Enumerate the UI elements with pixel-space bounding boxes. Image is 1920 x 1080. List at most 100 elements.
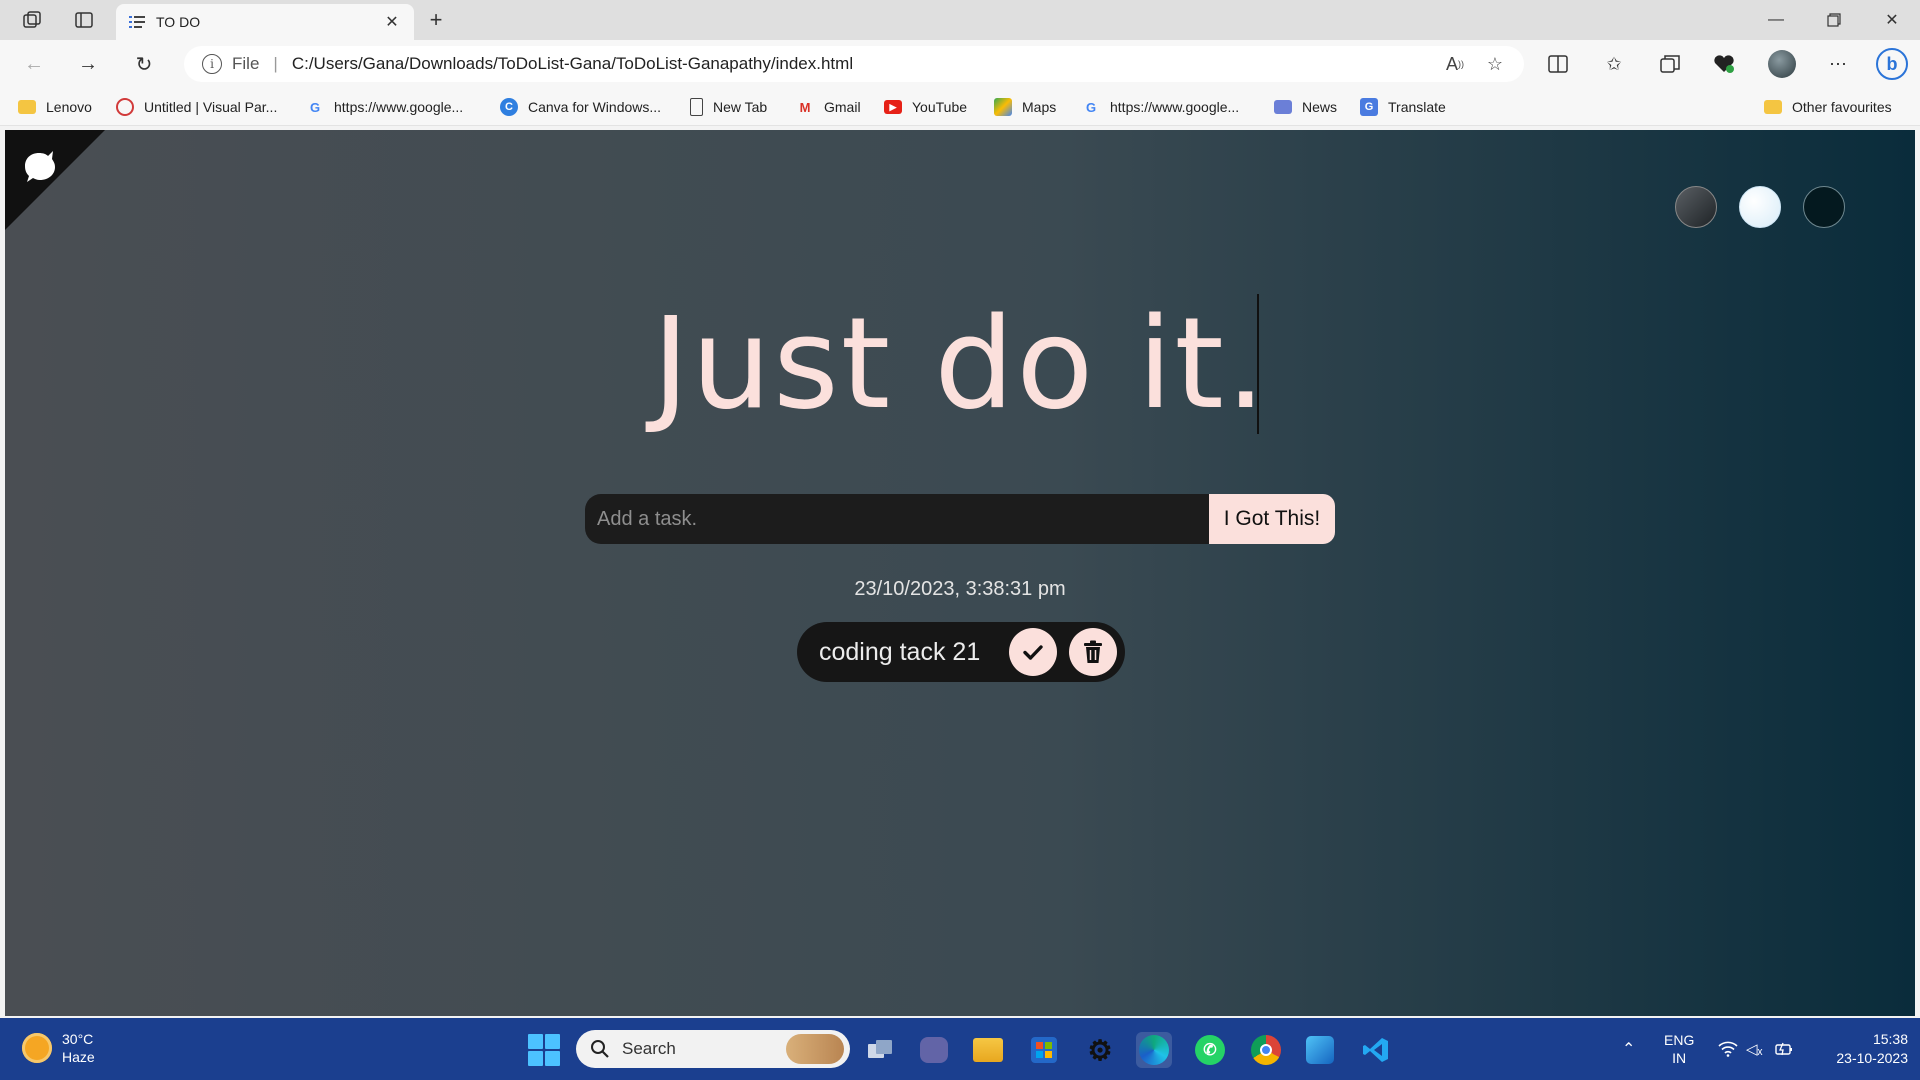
start-button[interactable] xyxy=(528,1034,560,1066)
split-screen-icon[interactable] xyxy=(1540,48,1576,80)
todo-app-page: Just do it. I Got This! 23/10/2023, 3:38… xyxy=(5,130,1915,1016)
bookmark-new-tab[interactable]: New Tab xyxy=(690,96,767,118)
info-icon[interactable]: i xyxy=(202,54,222,74)
theme-standard-button[interactable] xyxy=(1675,186,1717,228)
close-tab-icon[interactable]: ✕ xyxy=(382,12,402,32)
copilot-icon[interactable]: b xyxy=(1874,48,1910,80)
list-icon xyxy=(129,16,145,28)
tab-todo[interactable]: TO DO ✕ xyxy=(116,4,414,40)
address-separator: | xyxy=(273,54,278,73)
back-button[interactable]: ← xyxy=(16,48,52,80)
file-explorer-icon[interactable] xyxy=(970,1032,1006,1068)
theme-darker-button[interactable] xyxy=(1803,186,1845,228)
address-url[interactable]: C:/Users/Gana/Downloads/ToDoList-Gana/To… xyxy=(292,54,853,74)
clock-date: 23-10-2023 xyxy=(1836,1050,1908,1066)
bookmark-label: https://www.google... xyxy=(334,99,464,115)
edge-browser-icon[interactable] xyxy=(1136,1032,1172,1068)
volume-muted-icon[interactable]: ◁ₓ xyxy=(1746,1018,1762,1080)
weather-temperature: 30°C xyxy=(62,1031,94,1047)
minimize-button[interactable]: — xyxy=(1748,0,1804,40)
tab-actions-icon[interactable] xyxy=(68,6,100,34)
tab-title: TO DO xyxy=(156,14,201,30)
bookmark-label: New Tab xyxy=(713,99,768,115)
workspaces-icon[interactable] xyxy=(16,6,48,34)
theme-light-button[interactable] xyxy=(1739,186,1781,228)
task-view-icon[interactable] xyxy=(862,1032,898,1068)
weather-description: Haze xyxy=(62,1049,95,1065)
add-task-input[interactable] xyxy=(585,494,1209,544)
folder-icon xyxy=(1764,100,1782,114)
add-task-button[interactable]: I Got This! xyxy=(1209,494,1335,544)
microsoft-store-icon[interactable] xyxy=(1026,1032,1062,1068)
favorite-star-icon[interactable]: ☆ xyxy=(1480,46,1510,82)
wifi-icon[interactable] xyxy=(1718,1018,1738,1080)
page-icon xyxy=(690,98,703,116)
bookmarks-bar: Lenovo Untitled | Visual Par... G https:… xyxy=(0,88,1920,126)
youtube-icon: ▶ xyxy=(884,100,902,114)
address-bar[interactable]: i File | C:/Users/Gana/Downloads/ToDoLis… xyxy=(184,46,1524,82)
bookmark-visual-paradigm[interactable]: Untitled | Visual Par... xyxy=(116,96,277,118)
refresh-button[interactable]: ↻ xyxy=(126,48,162,80)
visual-paradigm-icon xyxy=(116,98,134,116)
region-label: IN xyxy=(1672,1050,1687,1066)
bookmark-youtube[interactable]: ▶ YouTube xyxy=(884,96,967,118)
bookmark-label: Other favourites xyxy=(1792,99,1892,115)
system-clock[interactable]: 15:38 23-10-2023 xyxy=(1812,1030,1908,1068)
more-options-icon[interactable]: ⋯ xyxy=(1820,48,1856,80)
photos-icon[interactable] xyxy=(1302,1032,1338,1068)
search-highlight-image xyxy=(786,1034,844,1064)
search-icon xyxy=(591,1040,609,1058)
battery-icon[interactable] xyxy=(1774,1018,1794,1080)
trash-icon xyxy=(1084,640,1102,663)
bookmark-label: Canva for Windows... xyxy=(528,99,662,115)
vscode-icon[interactable] xyxy=(1358,1032,1394,1068)
search-label: Search xyxy=(622,1039,676,1058)
bookmark-label: Maps xyxy=(1022,99,1057,115)
bookmark-other-favourites[interactable]: Other favourites xyxy=(1764,96,1892,118)
whatsapp-icon[interactable]: ✆ xyxy=(1192,1032,1228,1068)
complete-task-button[interactable] xyxy=(1009,628,1057,676)
bookmark-gmail[interactable]: M Gmail xyxy=(796,96,861,118)
bookmark-label: Gmail xyxy=(824,99,861,115)
navigation-bar: ← → ↻ i File | C:/Users/Gana/Downloads/T… xyxy=(0,40,1920,88)
bookmark-label: Lenovo xyxy=(46,99,92,115)
forward-button[interactable]: → xyxy=(70,48,106,80)
close-window-button[interactable]: ✕ xyxy=(1864,0,1920,40)
weather-widget[interactable]: 30°C Haze xyxy=(22,1030,95,1066)
news-icon xyxy=(1274,100,1292,114)
translate-icon: G xyxy=(1360,98,1378,116)
read-aloud-icon[interactable]: A)) xyxy=(1440,46,1470,82)
bookmark-canva[interactable]: C Canva for Windows... xyxy=(500,96,661,118)
browser-title-bar: TO DO ✕ + — ✕ xyxy=(0,0,1920,40)
folder-icon xyxy=(18,100,36,114)
new-tab-button[interactable]: + xyxy=(420,6,452,34)
page-title: Just do it. xyxy=(652,290,1268,437)
bookmark-google-1[interactable]: G https://www.google... xyxy=(306,96,463,118)
language-indicator[interactable]: ENG IN xyxy=(1664,1018,1694,1080)
todo-item: coding tack 21 xyxy=(797,622,1125,682)
todo-item-text: coding tack 21 xyxy=(819,637,981,666)
github-cat-icon[interactable] xyxy=(19,146,61,188)
restore-button[interactable] xyxy=(1806,0,1862,40)
bookmark-label: Translate xyxy=(1388,99,1446,115)
bookmark-google-2[interactable]: G https://www.google... xyxy=(1082,96,1239,118)
taskbar-search[interactable]: Search xyxy=(576,1030,850,1068)
bookmark-maps[interactable]: Maps xyxy=(994,96,1056,118)
show-hidden-icons[interactable]: ⌃ xyxy=(1622,1018,1635,1080)
browser-essentials-icon[interactable] xyxy=(1706,48,1742,80)
text-cursor xyxy=(1257,294,1259,434)
teams-chat-icon[interactable] xyxy=(916,1032,952,1068)
chrome-icon[interactable] xyxy=(1248,1032,1284,1068)
bookmark-news[interactable]: News xyxy=(1274,96,1337,118)
settings-gear-icon[interactable]: ⚙ xyxy=(1082,1032,1118,1068)
collections-icon[interactable] xyxy=(1652,48,1688,80)
bookmark-label: YouTube xyxy=(912,99,968,115)
profile-avatar[interactable] xyxy=(1764,48,1800,80)
clock-time: 15:38 xyxy=(1872,1031,1908,1047)
favorites-icon[interactable]: ✩ xyxy=(1596,48,1632,80)
bookmark-lenovo[interactable]: Lenovo xyxy=(18,96,92,118)
delete-task-button[interactable] xyxy=(1069,628,1117,676)
bookmark-translate[interactable]: G Translate xyxy=(1360,96,1446,118)
bookmark-label: News xyxy=(1302,99,1338,115)
google-icon: G xyxy=(309,99,321,115)
